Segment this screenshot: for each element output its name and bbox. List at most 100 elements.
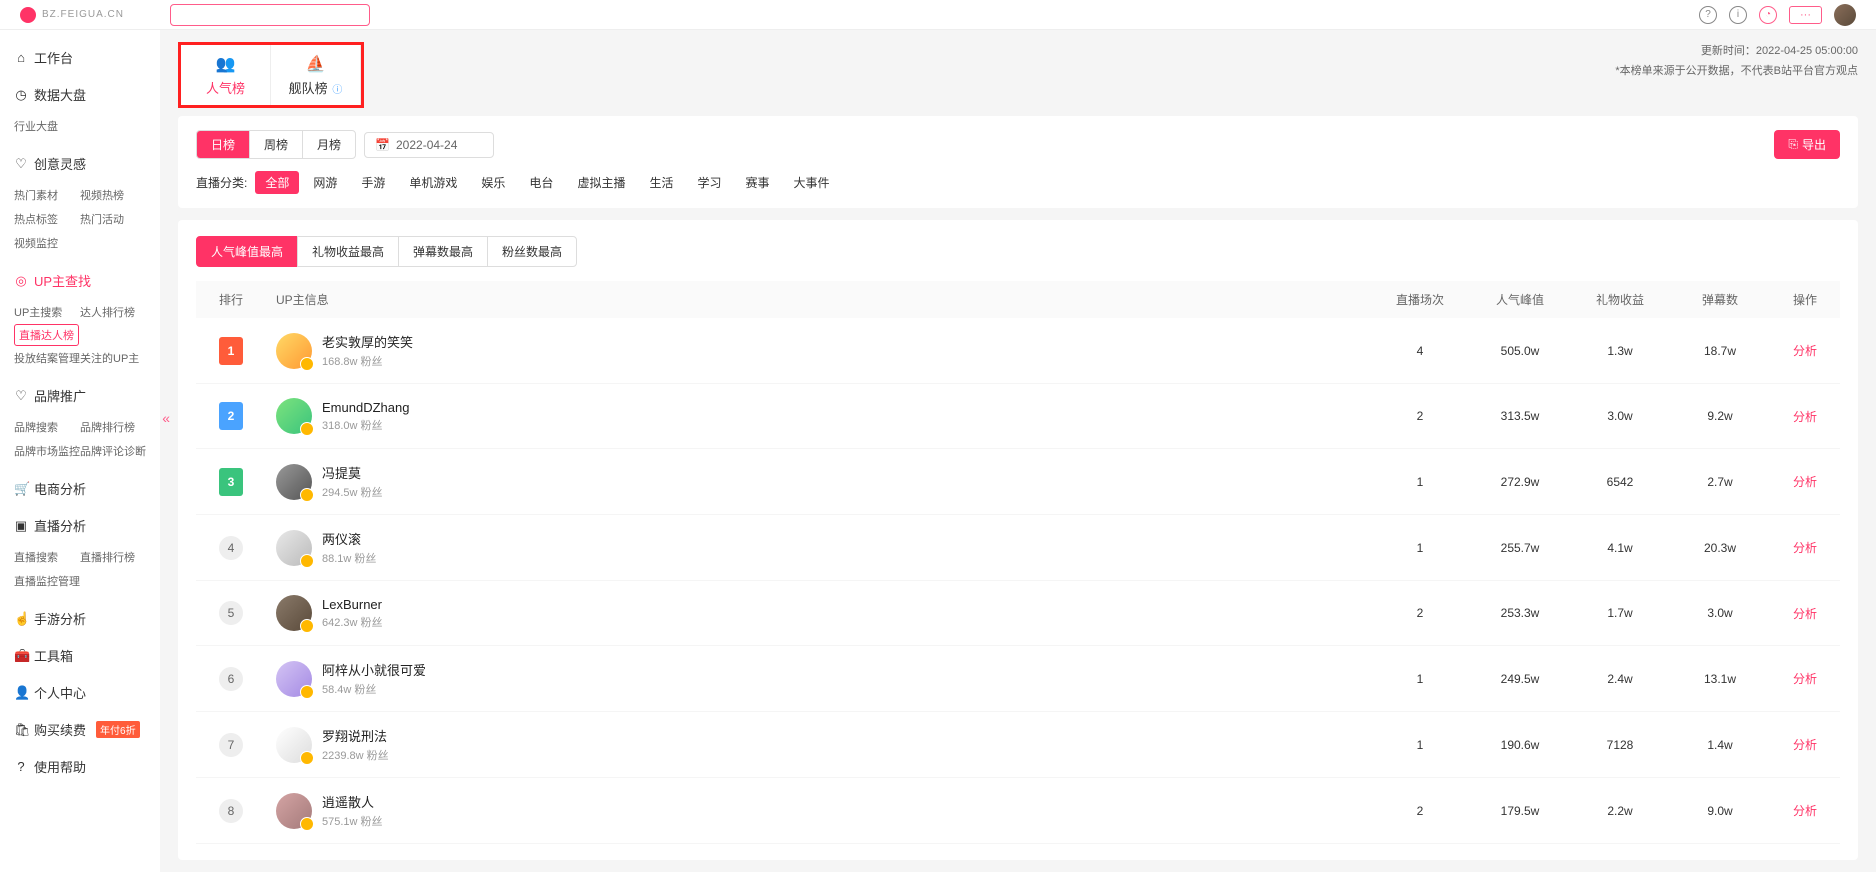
sidebar-item[interactable]: 直播排行榜 bbox=[80, 545, 146, 569]
sidebar-item[interactable]: 视频热榜 bbox=[80, 183, 146, 207]
sidebar-item[interactable]: UP主搜索 bbox=[14, 300, 80, 324]
sidebar-item[interactable]: 品牌评论诊断 bbox=[80, 439, 146, 463]
help-icon[interactable]: ? bbox=[1699, 6, 1717, 24]
analyze-button[interactable]: 分析 bbox=[1793, 672, 1817, 686]
category-item[interactable]: 大事件 bbox=[784, 171, 840, 194]
rank-tab-icon: ⛵ bbox=[306, 54, 326, 74]
sidebar-group-品牌推广[interactable]: ♡品牌推广 bbox=[0, 378, 160, 413]
top-search-input[interactable] bbox=[170, 4, 370, 26]
analyze-button[interactable]: 分析 bbox=[1793, 607, 1817, 621]
sidebar-icon: ◷ bbox=[14, 87, 28, 103]
sidebar-group-UP主查找[interactable]: ◎UP主查找 bbox=[0, 263, 160, 298]
sidebar-group-创意灵感[interactable]: ♡创意灵感 bbox=[0, 146, 160, 181]
table-row: 5LexBurner642.3w 粉丝2253.3w1.7w3.0w分析 bbox=[196, 581, 1840, 646]
sidebar-collapse-icon[interactable]: « bbox=[162, 410, 170, 426]
up-name[interactable]: EmundDZhang bbox=[322, 400, 409, 415]
sort-tab[interactable]: 礼物收益最高 bbox=[297, 236, 399, 267]
user-avatar[interactable] bbox=[1834, 4, 1856, 26]
cell-sessions: 2 bbox=[1370, 581, 1470, 646]
category-item[interactable]: 娱乐 bbox=[471, 171, 515, 194]
up-avatar[interactable] bbox=[276, 595, 312, 631]
sidebar-group-手游分析[interactable]: ☝手游分析 bbox=[0, 601, 160, 636]
info-icon[interactable]: i bbox=[1729, 6, 1747, 24]
sidebar-group-工具箱[interactable]: 🧰工具箱 bbox=[0, 638, 160, 673]
cell-gift: 1.7w bbox=[1570, 581, 1670, 646]
sort-tab[interactable]: 人气峰值最高 bbox=[196, 236, 298, 267]
sidebar-group-购买续费[interactable]: 🛍购买续费年付6折 bbox=[0, 712, 160, 747]
analyze-button[interactable]: 分析 bbox=[1793, 344, 1817, 358]
top-action-button[interactable]: ··· bbox=[1789, 6, 1822, 24]
analyze-button[interactable]: 分析 bbox=[1793, 541, 1817, 555]
category-item[interactable]: 网游 bbox=[303, 171, 347, 194]
date-picker[interactable]: 📅 2022-04-24 bbox=[364, 132, 494, 158]
rank-tab-舰队榜[interactable]: ⛵舰队榜 ⓘ bbox=[271, 45, 361, 105]
sidebar-item[interactable]: 热点标签 bbox=[14, 207, 80, 231]
up-avatar[interactable] bbox=[276, 398, 312, 434]
category-item[interactable]: 学习 bbox=[687, 171, 731, 194]
analyze-button[interactable]: 分析 bbox=[1793, 475, 1817, 489]
sidebar-item[interactable]: 热门活动 bbox=[80, 207, 146, 231]
category-item[interactable]: 电台 bbox=[519, 171, 563, 194]
up-name[interactable]: 阿梓从小就很可爱 bbox=[322, 660, 426, 679]
top-header: BZ.FEIGUA.CN ? i ◔ ··· bbox=[0, 0, 1876, 30]
rank-tab-人气榜[interactable]: 👥人气榜 bbox=[181, 45, 271, 105]
category-item[interactable]: 单机游戏 bbox=[399, 171, 467, 194]
up-avatar[interactable] bbox=[276, 333, 312, 369]
export-button[interactable]: ⎘ 导出 bbox=[1774, 130, 1840, 159]
logo-icon bbox=[20, 7, 36, 23]
up-avatar[interactable] bbox=[276, 661, 312, 697]
sidebar-item[interactable]: 直播监控管理 bbox=[14, 569, 80, 593]
cell-peak: 190.6w bbox=[1470, 712, 1570, 778]
period-tab-月榜[interactable]: 月榜 bbox=[303, 131, 355, 158]
table-row: 3冯提莫294.5w 粉丝1272.9w65422.7w分析 bbox=[196, 449, 1840, 515]
cell-sessions: 4 bbox=[1370, 318, 1470, 384]
up-name[interactable]: LexBurner bbox=[322, 597, 383, 612]
sidebar-item[interactable]: 热门素材 bbox=[14, 183, 80, 207]
category-item[interactable]: 赛事 bbox=[735, 171, 779, 194]
sidebar-group-工作台[interactable]: ⌂工作台 bbox=[0, 40, 160, 75]
category-item[interactable]: 虚拟主播 bbox=[567, 171, 635, 194]
analyze-button[interactable]: 分析 bbox=[1793, 804, 1817, 818]
category-row: 直播分类: 全部网游手游单机游戏娱乐电台虚拟主播生活学习赛事大事件 bbox=[196, 171, 1840, 194]
sidebar-item[interactable]: 直播搜索 bbox=[14, 545, 80, 569]
category-item[interactable]: 全部 bbox=[255, 171, 299, 194]
sidebar-item[interactable]: 直播达人榜 bbox=[14, 324, 79, 346]
info-icon[interactable]: ⓘ bbox=[330, 85, 343, 96]
up-name[interactable]: 罗翔说刑法 bbox=[322, 726, 389, 745]
sidebar-group-电商分析[interactable]: 🛒电商分析 bbox=[0, 471, 160, 506]
period-tab-日榜[interactable]: 日榜 bbox=[197, 131, 250, 158]
sidebar-item[interactable]: 达人排行榜 bbox=[80, 300, 146, 324]
up-name[interactable]: 老实敦厚的笑笑 bbox=[322, 332, 413, 351]
category-item[interactable]: 手游 bbox=[351, 171, 395, 194]
up-avatar[interactable] bbox=[276, 530, 312, 566]
rank-number: 5 bbox=[219, 601, 243, 625]
sidebar-item[interactable]: 品牌市场监控 bbox=[14, 439, 80, 463]
period-tab-周榜[interactable]: 周榜 bbox=[250, 131, 303, 158]
sort-tab[interactable]: 弹幕数最高 bbox=[398, 236, 488, 267]
sidebar-item[interactable]: 关注的UP主 bbox=[80, 346, 146, 370]
notice-icon[interactable]: ◔ bbox=[1759, 6, 1777, 24]
rank-badge: 3 bbox=[219, 468, 243, 496]
category-item[interactable]: 生活 bbox=[639, 171, 683, 194]
sidebar-item[interactable]: 行业大盘 bbox=[14, 114, 80, 138]
sidebar-group-直播分析[interactable]: ▣直播分析 bbox=[0, 508, 160, 543]
cell-sessions: 2 bbox=[1370, 384, 1470, 449]
sidebar-item[interactable]: 品牌排行榜 bbox=[80, 415, 146, 439]
up-avatar[interactable] bbox=[276, 793, 312, 829]
sidebar-group-数据大盘[interactable]: ◷数据大盘 bbox=[0, 77, 160, 112]
analyze-button[interactable]: 分析 bbox=[1793, 738, 1817, 752]
up-name[interactable]: 冯提莫 bbox=[322, 463, 383, 482]
analyze-button[interactable]: 分析 bbox=[1793, 410, 1817, 424]
sidebar-item[interactable]: 品牌搜索 bbox=[14, 415, 80, 439]
sidebar-item[interactable]: 投放结案管理 bbox=[14, 346, 80, 370]
sidebar-group-使用帮助[interactable]: ?使用帮助 bbox=[0, 749, 160, 784]
sidebar-item[interactable]: 视频监控 bbox=[14, 231, 80, 255]
cell-sessions: 2 bbox=[1370, 778, 1470, 844]
category-label: 直播分类: bbox=[196, 174, 247, 191]
sidebar-group-个人中心[interactable]: 👤个人中心 bbox=[0, 675, 160, 710]
sort-tab[interactable]: 粉丝数最高 bbox=[487, 236, 577, 267]
up-name[interactable]: 两仪滚 bbox=[322, 529, 376, 548]
up-avatar[interactable] bbox=[276, 464, 312, 500]
up-avatar[interactable] bbox=[276, 727, 312, 763]
up-name[interactable]: 逍遥散人 bbox=[322, 792, 383, 811]
